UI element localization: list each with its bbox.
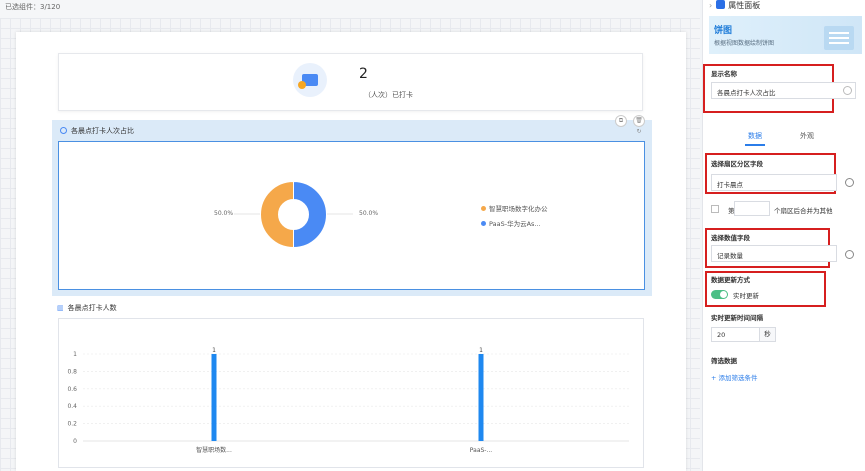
delete-icon[interactable]: 🗑 (633, 115, 645, 127)
sector-field-label: 选择扇区分区字段 (711, 160, 763, 168)
panel-icon (716, 0, 726, 9)
bar-chart-svg: 0 0.2 0.4 0.6 0.8 1 1 智慧职场数... 1 PaaS-... (67, 347, 629, 454)
bar (478, 354, 484, 441)
bar (211, 354, 217, 441)
y-tick-label: 0 (73, 438, 77, 445)
bar-data-label: 1 (212, 347, 216, 354)
x-tick-label: PaaS-... (470, 447, 492, 454)
display-name-input[interactable]: 各晨点打卡人次占比 (711, 82, 856, 99)
wallet-icon (293, 63, 327, 97)
y-tick-label: 0.4 (67, 403, 77, 410)
pie-slice (293, 180, 327, 249)
panel-tabs: 数据 外观 (712, 126, 857, 146)
gear-icon[interactable] (845, 178, 854, 187)
realtime-toggle[interactable] (711, 290, 728, 299)
selected-count: 已选组件：3/120 (5, 3, 61, 11)
copy-icon[interactable]: ⧉ (615, 115, 627, 127)
pie-chart-area: 50.0% 50.0% 智慧职场数字化办公 PaaS-华为云As... (58, 141, 645, 290)
form-illustration-icon (824, 26, 854, 50)
merge-suffix: 个扇区后合并为其他 (774, 207, 833, 215)
display-name-label: 显示名称 (711, 70, 737, 78)
clear-icon[interactable] (843, 86, 852, 95)
clock-icon (60, 127, 67, 134)
y-tick-label: 0.2 (67, 421, 77, 428)
y-tick-label: 1 (73, 351, 77, 358)
pie-chart-title: 各晨点打卡人次占比 (60, 126, 134, 136)
legend-dot (481, 221, 486, 226)
interval-input[interactable]: 20 秒 (711, 327, 776, 342)
add-filter-button[interactable]: + 添加筛选条件 (711, 372, 758, 382)
legend-dot (481, 206, 486, 211)
refresh-icon[interactable]: ↻ (633, 127, 645, 139)
pie-chart-widget[interactable]: 各晨点打卡人次占比 ⧉ 🗑 ↻ 50.0% 50.0% 智慧职场数字化办公 Pa… (52, 115, 652, 296)
update-mode-label: 数据更新方式 (711, 276, 750, 284)
legend-item[interactable]: PaaS-华为云As... (481, 218, 548, 228)
stat-card[interactable]: 2 （人次）已打卡 (58, 53, 643, 111)
tab-data[interactable]: 数据 (745, 131, 765, 146)
pie-legend: 智慧职场数字化办公 PaaS-华为云As... (481, 203, 548, 233)
merge-checkbox[interactable] (711, 205, 719, 213)
y-tick-label: 0.6 (67, 386, 77, 393)
pie-slice (260, 180, 294, 249)
pie-label-left: 50.0% (214, 210, 234, 217)
stat-unit-label: （人次）已打卡 (364, 91, 413, 99)
gear-icon[interactable] (845, 250, 854, 259)
tab-appearance[interactable]: 外观 (800, 131, 814, 141)
interval-unit: 秒 (759, 328, 775, 341)
panel-header: › 属性面板 (709, 0, 761, 10)
bar-data-label: 1 (479, 347, 483, 354)
collapse-arrow-icon[interactable]: › (709, 1, 712, 10)
sector-field-select[interactable]: 打卡晨点 (711, 174, 837, 191)
value-field-select[interactable]: 记录数量 (711, 245, 837, 262)
merge-count-input[interactable] (734, 201, 770, 216)
top-bar: 已选组件：3/120 (0, 0, 700, 18)
pie-chart-svg (234, 180, 353, 249)
realtime-toggle-label: 实时更新 (733, 292, 759, 300)
y-tick-label: 0.8 (67, 368, 77, 375)
chart-type-description: 根据视图数据绘制饼图 (714, 40, 775, 47)
value-field-label: 选择数值字段 (711, 234, 750, 242)
x-tick-label: 智慧职场数... (196, 446, 232, 454)
interval-label: 实时更新时间间隔 (711, 314, 763, 322)
legend-item[interactable]: 智慧职场数字化办公 (481, 203, 548, 213)
pie-label-right: 50.0% (359, 210, 379, 217)
bar-chart-widget[interactable]: 0 0.2 0.4 0.6 0.8 1 1 智慧职场数... 1 PaaS-... (58, 318, 644, 468)
bar-chart-icon: ▥ (57, 304, 64, 312)
stat-value: 2 (359, 66, 368, 82)
chart-type-banner: 饼图 根据视图数据绘制饼图 (709, 16, 862, 54)
bar-chart-title: ▥ 各晨点打卡人数 (57, 304, 117, 312)
filter-label: 筛选数据 (711, 357, 737, 365)
chart-type-title: 饼图 (714, 26, 733, 36)
